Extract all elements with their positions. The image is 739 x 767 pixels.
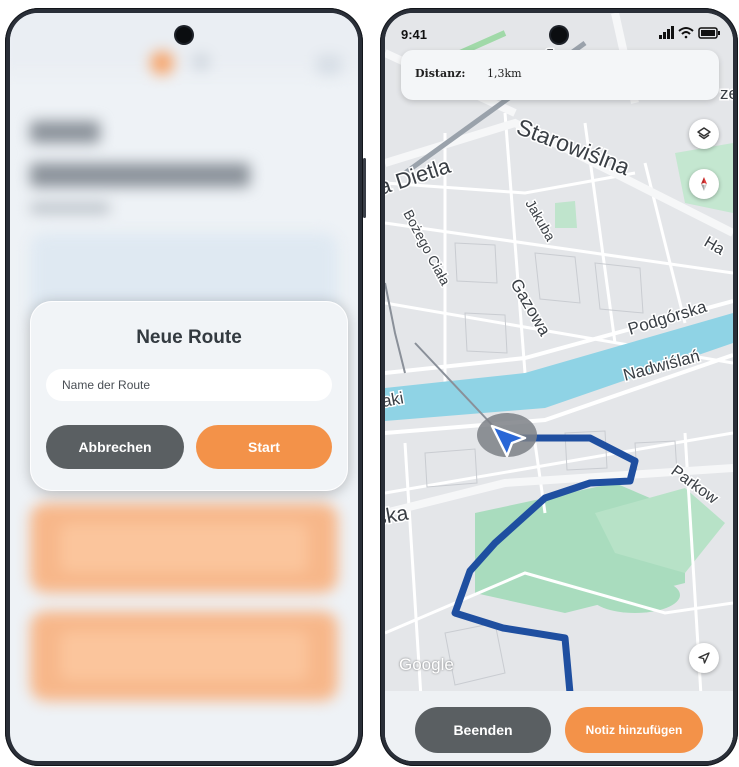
blurred-icon xyxy=(192,53,210,71)
map-view[interactable]: a Dietla Starowiślna Bożego Ciała Jakuba… xyxy=(385,13,733,761)
new-route-dialog: Neue Route Abbrechen Start xyxy=(30,301,348,491)
cancel-button[interactable]: Abbrechen xyxy=(46,425,184,469)
add-note-button[interactable]: Notiz hinzufügen xyxy=(565,707,703,753)
compass-icon xyxy=(701,177,707,191)
signal-icon xyxy=(659,26,674,39)
blurred-username xyxy=(30,163,250,187)
right-screen: a Dietla Starowiślna Bożego Ciała Jakuba… xyxy=(385,13,733,761)
layers-icon xyxy=(697,127,711,140)
front-camera xyxy=(176,27,192,43)
start-button[interactable]: Start xyxy=(196,425,332,469)
left-screen: Neue Route Abbrechen Start xyxy=(10,13,358,761)
right-phone: a Dietla Starowiślna Bożego Ciała Jakuba… xyxy=(380,8,738,766)
route-name-input[interactable] xyxy=(46,369,332,401)
dialog-title: Neue Route xyxy=(136,327,242,348)
blurred-header xyxy=(10,13,358,73)
recenter-button[interactable] xyxy=(689,643,719,673)
bottom-action-bar: Beenden Notiz hinzufügen xyxy=(385,691,733,761)
google-attribution: Google xyxy=(399,655,454,674)
street-label: aki xyxy=(385,388,405,410)
distance-label: Distanz: xyxy=(415,67,466,80)
blurred-menu xyxy=(316,55,342,75)
end-route-button[interactable]: Beenden xyxy=(415,707,551,753)
distance-value: 1,3km xyxy=(487,67,522,80)
park-area xyxy=(555,201,577,228)
wifi-icon xyxy=(678,27,694,39)
blurred-route-card xyxy=(30,611,338,701)
distance-card: Distanz: 1,3km xyxy=(401,50,719,100)
blurred-route-card xyxy=(30,503,338,593)
street-label: ze xyxy=(720,84,733,103)
blurred-avatar xyxy=(150,51,174,75)
left-phone: Neue Route Abbrechen Start xyxy=(5,8,366,766)
blurred-greeting xyxy=(30,121,100,143)
battery-icon xyxy=(698,27,720,39)
blurred-subtitle xyxy=(30,203,110,213)
layers-button[interactable] xyxy=(689,119,719,149)
status-time: 9:41 xyxy=(401,27,428,42)
status-icons xyxy=(659,26,720,39)
navigation-arrow-icon xyxy=(698,652,710,664)
front-camera xyxy=(551,27,567,43)
volume-button xyxy=(363,158,366,218)
compass-button[interactable] xyxy=(689,169,719,199)
